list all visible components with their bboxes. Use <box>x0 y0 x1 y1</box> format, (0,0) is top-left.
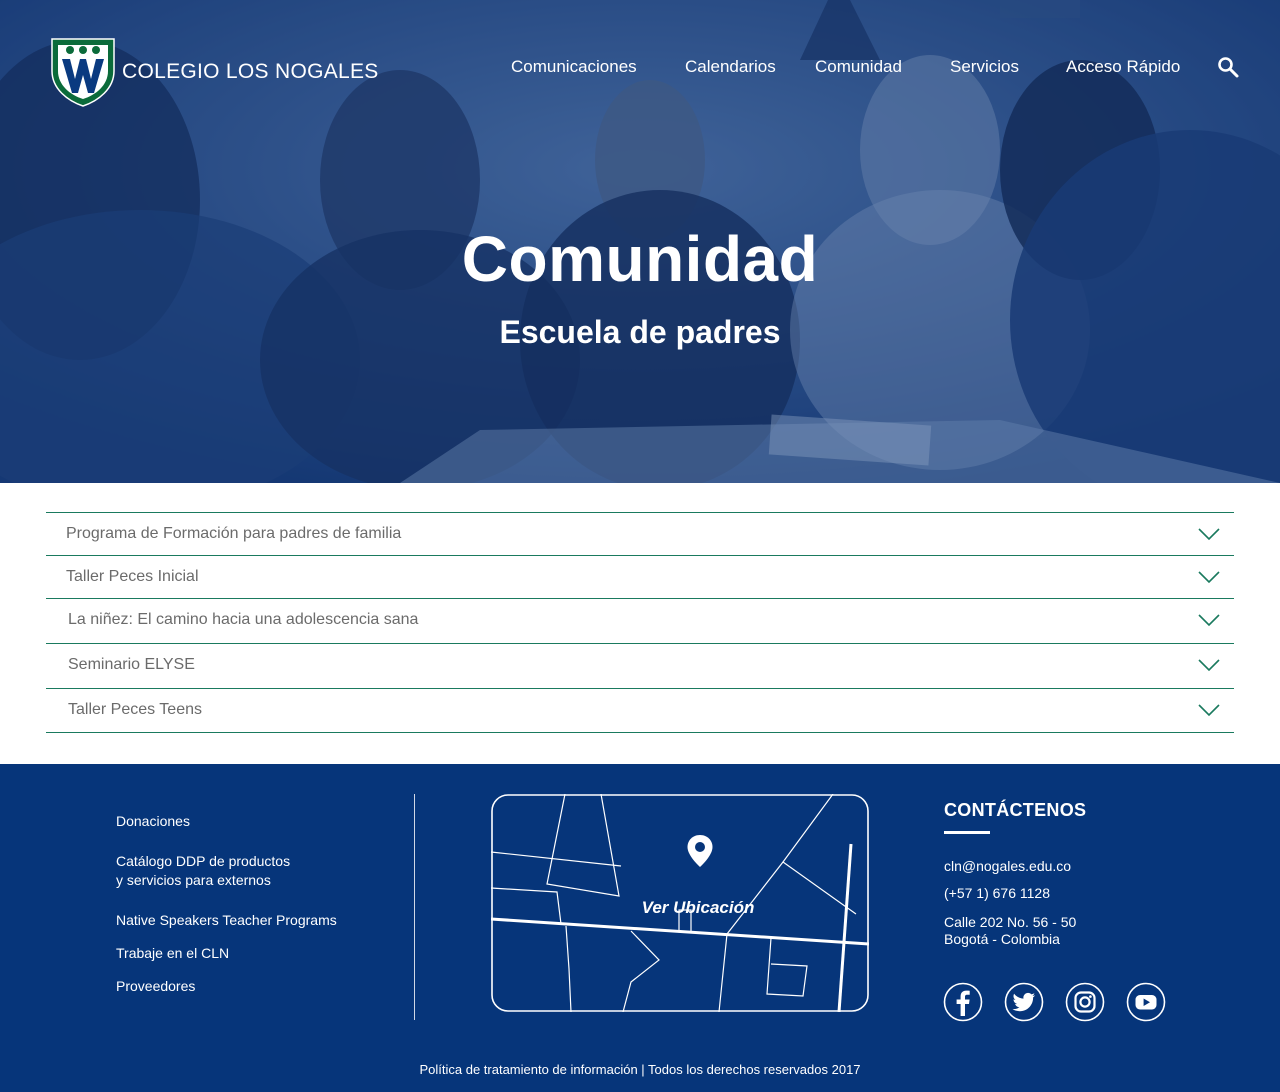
chevron-down-icon <box>1198 704 1220 717</box>
accordion-item[interactable]: Taller Peces Teens <box>46 688 1234 733</box>
accordion-item[interactable]: Programa de Formación para padres de fam… <box>46 512 1234 555</box>
footer-link-trabaje[interactable]: Trabaje en el CLN <box>116 944 396 963</box>
social-links <box>943 982 1187 1022</box>
contact-address-line2: Bogotá - Colombia <box>944 931 1060 947</box>
accordion-item[interactable]: Seminario ELYSE <box>46 643 1234 688</box>
twitter-icon[interactable] <box>1004 982 1044 1022</box>
accordion-item[interactable]: Taller Peces Inicial <box>46 555 1234 598</box>
site-footer: Donaciones Catálogo DDP de productos y s… <box>0 764 1280 1092</box>
nav-item-servicios[interactable]: Servicios <box>950 57 1019 77</box>
footer-link-donaciones[interactable]: Donaciones <box>116 812 396 831</box>
hero-banner: COLEGIO LOS NOGALES Comunicaciones Calen… <box>0 0 1280 483</box>
contact-heading: CONTÁCTENOS <box>944 800 1087 820</box>
legal-notice[interactable]: Política de tratamiento de información |… <box>0 1062 1280 1077</box>
contact-email[interactable]: cln@nogales.edu.co <box>944 858 1244 875</box>
nav-item-acceso-rapido[interactable]: Acceso Rápido <box>1066 57 1180 77</box>
map-pin-icon <box>687 835 713 867</box>
accordion-item-label: Programa de Formación para padres de fam… <box>66 525 402 542</box>
footer-link-proveedores[interactable]: Proveedores <box>116 977 396 996</box>
main-nav: Comunicaciones Calendarios Comunidad Ser… <box>0 57 1280 81</box>
map-label: Ver Ubicación <box>641 898 755 917</box>
page-title: Comunidad <box>461 223 819 295</box>
footer-divider <box>414 794 415 1020</box>
facebook-icon[interactable] <box>943 982 983 1022</box>
accordion-item-label: Taller Peces Inicial <box>66 568 199 585</box>
chevron-down-icon <box>1198 528 1220 541</box>
accordion-item[interactable]: La niñez: El camino hacia una adolescenc… <box>46 598 1234 643</box>
contact-heading-underline <box>944 831 990 834</box>
nav-item-comunidad[interactable]: Comunidad <box>815 57 902 77</box>
accordion-item-label: Taller Peces Teens <box>68 701 202 718</box>
chevron-down-icon <box>1198 614 1220 627</box>
map-location-card[interactable]: Ver Ubicación <box>490 793 870 1013</box>
page-subtitle: Escuela de padres <box>499 314 781 350</box>
nav-item-calendarios[interactable]: Calendarios <box>685 57 776 77</box>
contact-phone[interactable]: (+57 1) 676 1128 <box>944 885 1244 902</box>
chevron-down-icon <box>1198 571 1220 584</box>
nav-item-comunicaciones[interactable]: Comunicaciones <box>511 57 637 77</box>
accordion-item-label: Seminario ELYSE <box>68 656 195 673</box>
instagram-icon[interactable] <box>1065 982 1105 1022</box>
accordion-list: Programa de Formación para padres de fam… <box>46 512 1234 733</box>
chevron-down-icon <box>1198 659 1220 672</box>
contact-address-line1: Calle 202 No. 56 - 50 <box>944 914 1077 930</box>
accordion-item-label: La niñez: El camino hacia una adolescenc… <box>68 611 419 628</box>
footer-links: Donaciones Catálogo DDP de productos y s… <box>116 812 396 996</box>
footer-link-catalogo[interactable]: Catálogo DDP de productos y servicios pa… <box>116 852 396 890</box>
contact-block: CONTÁCTENOS cln@nogales.edu.co (+57 1) 6… <box>944 800 1244 948</box>
youtube-icon[interactable] <box>1126 982 1166 1022</box>
search-icon[interactable] <box>1216 55 1240 79</box>
footer-link-native-speakers[interactable]: Native Speakers Teacher Programs <box>116 911 396 930</box>
